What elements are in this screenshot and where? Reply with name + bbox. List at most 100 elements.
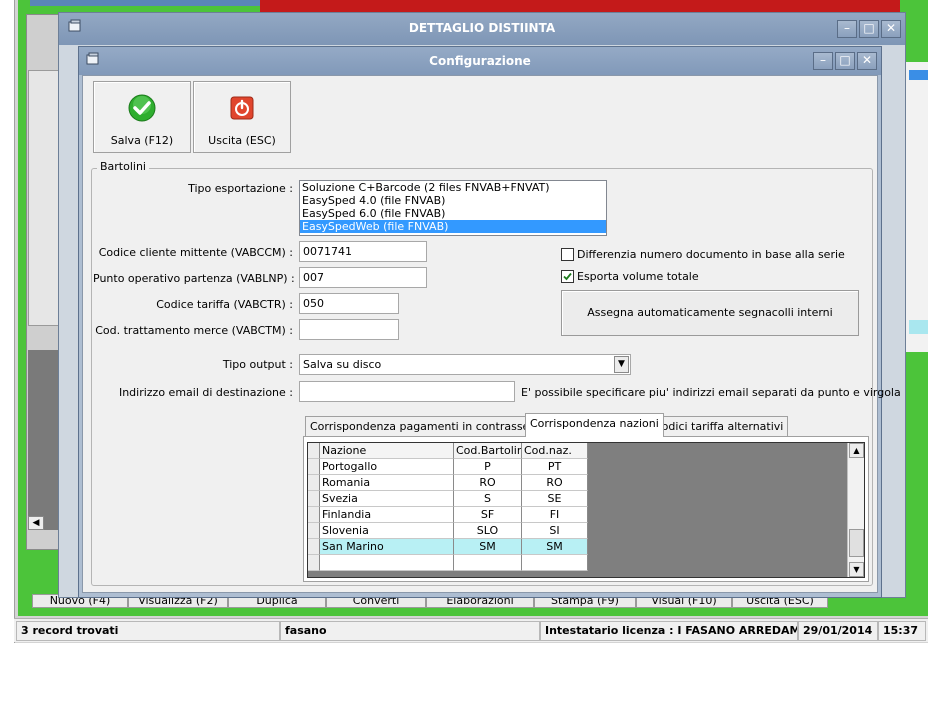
- row-indicator[interactable]: [308, 443, 320, 459]
- configurazione-dialog: Configurazione – □ ✕ Salva (F12) Uscita …: [78, 46, 901, 598]
- close-icon[interactable]: ✕: [881, 20, 901, 38]
- table-row[interactable]: San Marino SM SM: [308, 539, 588, 555]
- config-title-bar[interactable]: Configurazione – □ ✕: [79, 47, 881, 75]
- tipo-output-label: Tipo output :: [222, 358, 293, 371]
- grid-header-cell: Cod.Bartolini: [454, 443, 522, 459]
- grid-cell[interactable]: [320, 555, 454, 571]
- green-check-icon: [128, 94, 156, 122]
- bartolini-group-title: Bartolini: [97, 160, 149, 173]
- tab-corrispondenza-nazioni[interactable]: Corrispondenza nazioni: [525, 413, 664, 437]
- nazioni-grid: Nazione Cod.Bartolini Cod.naz. Portogallo P P…: [307, 442, 865, 578]
- power-icon: [230, 96, 254, 120]
- grid-cell[interactable]: SE: [522, 491, 588, 507]
- row-indicator[interactable]: [308, 555, 320, 571]
- dettaglio-title: DETTAGLIO DISTIINTA: [408, 21, 556, 35]
- grid-scrollbar[interactable]: ▲ ▼: [847, 443, 864, 577]
- close-icon[interactable]: ✕: [857, 52, 877, 70]
- minimize-icon[interactable]: –: [813, 52, 833, 70]
- export-option[interactable]: EasySped 6.0 (file FNVAB): [300, 207, 606, 220]
- export-option[interactable]: Soluzione C+Barcode (2 files FNVAB+FNVAT…: [300, 181, 606, 194]
- background-selected-row: [909, 70, 928, 80]
- status-records: 3 record trovati: [16, 621, 280, 641]
- punto-operativo-label: Punto operativo partenza (VABLNP) :: [93, 272, 295, 285]
- grid-cell[interactable]: [522, 555, 588, 571]
- table-row[interactable]: [308, 555, 588, 571]
- cod-trattamento-input[interactable]: [299, 319, 399, 340]
- grid-cell[interactable]: FI: [522, 507, 588, 523]
- grid-cell[interactable]: RO: [522, 475, 588, 491]
- differenzia-checkbox[interactable]: [561, 248, 574, 261]
- codice-cliente-input[interactable]: 0071741: [299, 241, 427, 262]
- table-row[interactable]: Finlandia SF FI: [308, 507, 588, 523]
- tipo-output-select[interactable]: Salva su disco ▼: [299, 354, 631, 375]
- row-indicator[interactable]: [308, 475, 320, 491]
- row-indicator[interactable]: [308, 491, 320, 507]
- indirizzo-email-label: Indirizzo email di destinazione :: [118, 386, 293, 399]
- tipo-esportazione-list[interactable]: Soluzione C+Barcode (2 files FNVAB+FNVAT…: [299, 180, 607, 236]
- cod-trattamento-label: Cod. trattamento merce (VABCTM) :: [95, 324, 293, 337]
- background-left-panel: [28, 70, 62, 326]
- export-option[interactable]: EasySped 4.0 (file FNVAB): [300, 194, 606, 207]
- grid-cell[interactable]: SM: [522, 539, 588, 555]
- exit-button[interactable]: Uscita (ESC): [193, 81, 291, 153]
- assegna-segnacolli-button[interactable]: Assegna automaticamente segnacolli inter…: [561, 290, 859, 336]
- grid-cell[interactable]: Finlandia: [320, 507, 454, 523]
- status-time: 15:37: [878, 621, 926, 641]
- background-right-list: [904, 62, 928, 352]
- grid-cell[interactable]: Svezia: [320, 491, 454, 507]
- grid-cell[interactable]: RO: [454, 475, 522, 491]
- differenzia-label: Differenzia numero documento in base all…: [577, 248, 845, 261]
- grid-cell[interactable]: P: [454, 459, 522, 475]
- row-indicator[interactable]: [308, 459, 320, 475]
- scroll-left-arrow-icon[interactable]: ◀: [28, 516, 44, 530]
- grid-cell[interactable]: PT: [522, 459, 588, 475]
- codice-tariffa-label: Codice tariffa (VABCTR) :: [156, 298, 293, 311]
- scroll-thumb[interactable]: [849, 529, 864, 557]
- chevron-down-icon[interactable]: ▼: [614, 356, 629, 373]
- grid-cell[interactable]: SF: [454, 507, 522, 523]
- grid-cell[interactable]: SLO: [454, 523, 522, 539]
- table-row[interactable]: Romania RO RO: [308, 475, 588, 491]
- tab-pagamenti-contrassegno[interactable]: Corrispondenza pagamenti in contrassegno: [305, 416, 555, 437]
- tab-codici-tariffa[interactable]: Codici tariffa alternativi: [649, 416, 789, 437]
- grid-cell[interactable]: SI: [522, 523, 588, 539]
- table-row[interactable]: Slovenia SLO SI: [308, 523, 588, 539]
- status-bar: 3 record trovati fasano Intestatario lic…: [14, 618, 928, 642]
- indirizzo-email-input[interactable]: [299, 381, 515, 402]
- save-label: Salva (F12): [110, 134, 174, 147]
- grid-cell[interactable]: Slovenia: [320, 523, 454, 539]
- dettaglio-title-bar[interactable]: DETTAGLIO DISTIINTA – □ ✕: [59, 13, 905, 45]
- grid-cell[interactable]: Portogallo: [320, 459, 454, 475]
- status-user: fasano: [280, 621, 540, 641]
- maximize-icon[interactable]: □: [835, 52, 855, 70]
- esporta-volume-checkbox[interactable]: [561, 270, 574, 283]
- scroll-up-icon[interactable]: ▲: [849, 443, 864, 458]
- punto-operativo-input[interactable]: 007: [299, 267, 427, 288]
- row-indicator[interactable]: [308, 539, 320, 555]
- codice-tariffa-input[interactable]: 050: [299, 293, 399, 314]
- maximize-icon[interactable]: □: [859, 20, 879, 38]
- tipo-output-value: Salva su disco: [303, 358, 382, 371]
- grid-cell[interactable]: San Marino: [320, 539, 454, 555]
- grid-cell[interactable]: Romania: [320, 475, 454, 491]
- grid-header-cell: Cod.naz.: [522, 443, 588, 459]
- save-button[interactable]: Salva (F12): [93, 81, 191, 153]
- grid-cell[interactable]: [454, 555, 522, 571]
- grid-header-cell: Nazione: [320, 443, 454, 459]
- grid-cell[interactable]: SM: [454, 539, 522, 555]
- config-title: Configurazione: [429, 54, 531, 68]
- status-date: 29/01/2014: [798, 621, 878, 641]
- config-body: Salva (F12) Uscita (ESC) Bartolini Tipo …: [82, 75, 901, 593]
- scroll-down-icon[interactable]: ▼: [849, 562, 864, 577]
- esporta-volume-label: Esporta volume totale: [577, 270, 699, 283]
- email-hint: E' possibile specificare piu' indirizzi …: [521, 386, 901, 399]
- export-option-selected[interactable]: EasySpedWeb (file FNVAB): [300, 220, 606, 233]
- table-row[interactable]: Svezia S SE: [308, 491, 588, 507]
- tipo-esportazione-label: Tipo esportazione :: [188, 182, 293, 195]
- minimize-icon[interactable]: –: [837, 20, 857, 38]
- grid-cell[interactable]: S: [454, 491, 522, 507]
- checkmark-icon: [563, 272, 572, 281]
- row-indicator[interactable]: [308, 507, 320, 523]
- table-row[interactable]: Portogallo P PT: [308, 459, 588, 475]
- row-indicator[interactable]: [308, 523, 320, 539]
